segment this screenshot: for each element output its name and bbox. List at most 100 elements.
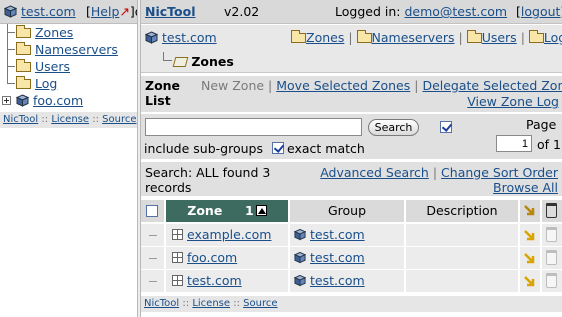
view-zone-log-link[interactable]: View Zone Log (467, 94, 559, 109)
help-link-wrap: [Help↗]o (86, 4, 137, 19)
table-row[interactable]: test.com test.com (141, 270, 562, 292)
footer-source-link[interactable]: Source (243, 298, 277, 309)
folder-icon (356, 30, 372, 43)
page-input[interactable] (496, 135, 532, 152)
zone-actions: Zone List New Zone | Move Selected Zones… (141, 76, 562, 112)
advanced-search-link[interactable]: Advanced Search (320, 165, 429, 180)
group-cube-icon (145, 31, 158, 44)
nav-group-link[interactable]: test.com (162, 30, 217, 45)
trash-icon[interactable] (546, 203, 557, 218)
search-result-bar: Search: ALL found 3 records Advanced Sea… (141, 162, 562, 196)
folder-icon (16, 59, 31, 72)
group-nav: test.com Zones | Nameservers | Users | L… (141, 25, 562, 49)
trash-icon[interactable] (546, 250, 557, 265)
column-header-group[interactable]: Group (290, 200, 404, 222)
nav-zones-link[interactable]: Zones (306, 30, 344, 45)
nav-users-link[interactable]: Users (482, 30, 517, 45)
trash-icon[interactable] (546, 273, 557, 288)
zone-icon (172, 275, 183, 286)
zone-link[interactable]: foo.com (187, 250, 237, 265)
include-subgroups-label: include sub-groups (144, 141, 263, 156)
nav-group: test.com (145, 30, 217, 45)
column-header-description[interactable]: Description (406, 200, 518, 222)
footer-license-link[interactable]: License (51, 114, 89, 125)
top-header: NicTool v2.02 Logged in: demo@test.com [… (141, 0, 562, 24)
search-form: Search include sub-groups exact match Pa… (141, 114, 562, 159)
left-footer: NicTool :: License :: Source (0, 112, 137, 128)
left-group-link[interactable]: test.com (21, 4, 76, 19)
folder-icon (16, 25, 31, 38)
left-group: test.com (4, 4, 76, 19)
footer-source-link[interactable]: Source (102, 114, 136, 125)
tree-item-label[interactable]: Log (35, 76, 57, 91)
move-arrow-icon[interactable] (523, 204, 537, 218)
header-move-cell (520, 200, 540, 222)
trash-icon[interactable] (546, 227, 557, 242)
browse-all-link[interactable]: Browse All (493, 180, 558, 195)
group-cube-icon (294, 228, 306, 241)
footer-nictool-link[interactable]: NicTool (144, 298, 179, 309)
help-icon: ↗ (119, 4, 130, 19)
nav-log-link[interactable]: Log (544, 30, 562, 45)
move-arrow-icon[interactable] (523, 252, 537, 266)
search-checkbox[interactable] (440, 121, 452, 133)
new-zone-link[interactable]: New Zone (201, 78, 264, 93)
breadcrumb-label: Zones (191, 54, 234, 69)
header-select-cell (141, 200, 164, 222)
tree-item-label[interactable]: Nameservers (35, 42, 118, 57)
search-button[interactable]: Search (368, 119, 419, 136)
zone-link[interactable]: test.com (187, 273, 242, 288)
logged-in-label: Logged in: (335, 4, 401, 19)
page-total: of 1 (537, 137, 561, 152)
select-all-checkbox[interactable] (146, 205, 158, 217)
result-count: Search: ALL found 3 records (145, 165, 271, 195)
table-row[interactable]: foo.com test.com (141, 247, 562, 269)
column-header-zone[interactable]: Zone 1 (166, 200, 288, 222)
user-link[interactable]: demo@test.com (404, 4, 507, 19)
help-link[interactable]: Help (91, 4, 120, 19)
footer-nictool-link[interactable]: NicTool (3, 114, 38, 125)
exact-match-checkbox[interactable] (272, 142, 284, 154)
logout-wrap: [logout] (516, 4, 562, 19)
move-arrow-icon[interactable] (523, 275, 537, 289)
group-link[interactable]: test.com (310, 250, 365, 265)
folder-icon (16, 42, 31, 55)
group-link[interactable]: test.com (310, 227, 365, 242)
app-name-link[interactable]: NicTool (145, 4, 195, 19)
main-footer: NicTool :: License :: Source (141, 296, 562, 312)
tree-item-label[interactable]: Zones (35, 25, 73, 40)
zone-icon (172, 252, 183, 263)
move-zones-link[interactable]: Move Selected Zones (276, 78, 410, 93)
sort-up-icon[interactable] (255, 205, 267, 216)
group-cube-icon (294, 274, 306, 287)
footer-license-link[interactable]: License (192, 298, 230, 309)
zone-icon (172, 229, 183, 240)
actions-line-2: View Zone Log (467, 94, 559, 109)
result-links-2: Browse All (493, 180, 558, 195)
tree-item-label[interactable]: Users (35, 59, 70, 74)
move-arrow-icon[interactable] (523, 229, 537, 243)
logout-link[interactable]: logout (521, 4, 561, 19)
change-sort-link[interactable]: Change Sort Order (441, 165, 558, 180)
group-link[interactable]: test.com (310, 273, 365, 288)
table-row[interactable]: example.com test.com (141, 224, 562, 246)
main-frame: NicTool v2.02 Logged in: demo@test.com [… (141, 0, 562, 317)
search-input[interactable] (145, 118, 362, 136)
breadcrumb-current: Zones (172, 54, 234, 69)
app-version: v2.02 (224, 4, 260, 19)
group-cube-icon (294, 251, 306, 264)
zone-link[interactable]: example.com (187, 227, 271, 242)
description-cell (406, 247, 518, 269)
page-label: Page (526, 117, 557, 132)
folder-icon (466, 30, 482, 43)
subgroup-link[interactable]: foo.com (33, 93, 83, 108)
expand-icon[interactable] (2, 96, 11, 105)
breadcrumb: Zones (141, 49, 562, 73)
header-delete-cell (542, 200, 562, 222)
folder-icon (16, 76, 31, 89)
description-cell (406, 224, 518, 246)
group-cube-icon (4, 5, 17, 18)
nav-links: Zones | Nameservers | Users | Log (291, 30, 562, 45)
delegate-zones-link[interactable]: Delegate Selected Zones (422, 78, 562, 93)
nav-nameservers-link[interactable]: Nameservers (372, 30, 455, 45)
